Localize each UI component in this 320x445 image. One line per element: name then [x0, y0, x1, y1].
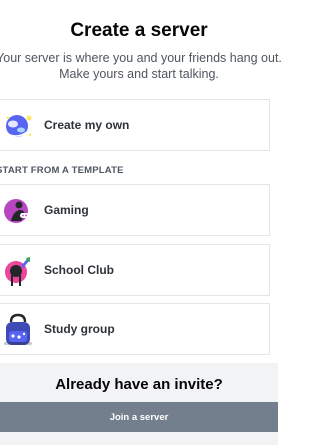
modal-title: Create a server: [70, 20, 208, 41]
modal-footer: Already have an invite? Join a server: [0, 363, 278, 445]
template-option-gaming[interactable]: Gaming: [0, 184, 270, 236]
join-server-button[interactable]: Join a server: [0, 402, 278, 432]
modal-subtitle: Your server is where you and your friend…: [0, 51, 282, 81]
study-group-label: Study group: [44, 322, 115, 336]
footer-title: Already have an invite?: [55, 376, 223, 393]
globe-illustration-icon: [0, 108, 36, 144]
create-my-own-label: Create my own: [44, 118, 130, 132]
template-option-study-group[interactable]: Study group: [0, 303, 270, 355]
school-club-illustration-icon: [0, 253, 36, 289]
study-group-illustration-icon: [0, 312, 36, 348]
gaming-label: Gaming: [44, 203, 89, 217]
template-option-school-club[interactable]: School Club: [0, 244, 270, 296]
template-section-header: START FROM A TEMPLATE: [0, 165, 124, 176]
school-club-label: School Club: [44, 263, 114, 277]
gaming-illustration-icon: [0, 193, 36, 229]
create-my-own-option[interactable]: Create my own: [0, 99, 270, 151]
create-server-modal: Create a server Your server is where you…: [0, 0, 282, 445]
